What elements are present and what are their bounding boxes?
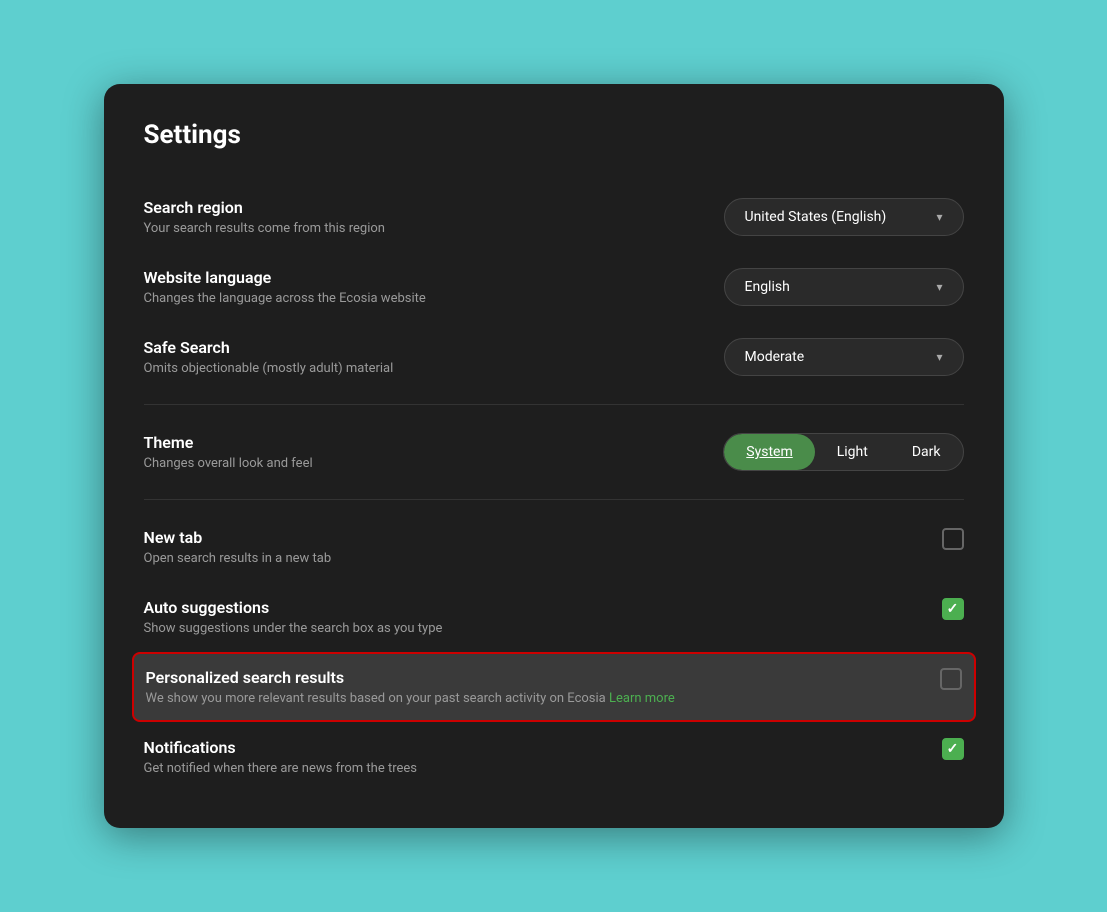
personalized-search-description: We show you more relevant results based … [146,691,900,706]
notifications-description: Get notified when there are news from th… [144,761,902,776]
theme-toggle: System Light Dark [723,433,963,471]
notifications-info: Notifications Get notified when there ar… [144,738,902,776]
theme-info: Theme Changes overall look and feel [144,433,684,471]
search-region-row: Search region Your search results come f… [144,182,964,252]
new-tab-description: Open search results in a new tab [144,551,902,566]
safe-search-info: Safe Search Omits objectionable (mostly … [144,338,684,376]
divider-2 [144,499,964,500]
personalized-search-control [940,668,962,690]
website-language-value: English [745,279,790,295]
chevron-down-icon: ▾ [936,280,942,294]
chevron-down-icon: ▾ [936,210,942,224]
new-tab-checkbox[interactable] [942,528,964,550]
settings-title: Settings [144,120,964,150]
notifications-checkbox[interactable] [942,738,964,760]
search-region-description: Your search results come from this regio… [144,221,684,236]
new-tab-label: New tab [144,528,902,547]
personalized-search-row: Personalized search results We show you … [132,652,976,722]
auto-suggestions-description: Show suggestions under the search box as… [144,621,902,636]
theme-row: Theme Changes overall look and feel Syst… [144,417,964,487]
notifications-control [942,738,964,760]
personalized-search-checkbox[interactable] [940,668,962,690]
search-region-dropdown[interactable]: United States (English) ▾ [724,198,964,236]
theme-control: System Light Dark [723,433,963,471]
personalized-search-info: Personalized search results We show you … [146,668,900,706]
notifications-label: Notifications [144,738,902,757]
search-region-value: United States (English) [745,209,887,225]
auto-suggestions-checkbox[interactable] [942,598,964,620]
search-region-info: Search region Your search results come f… [144,198,684,236]
website-language-control: English ▾ [724,268,964,306]
auto-suggestions-row: Auto suggestions Show suggestions under … [144,582,964,652]
safe-search-value: Moderate [745,349,805,365]
safe-search-label: Safe Search [144,338,684,357]
theme-dark-button[interactable]: Dark [890,434,963,470]
new-tab-row: New tab Open search results in a new tab [144,512,964,582]
auto-suggestions-info: Auto suggestions Show suggestions under … [144,598,902,636]
website-language-description: Changes the language across the Ecosia w… [144,291,684,306]
personalized-search-desc-text: We show you more relevant results based … [146,691,606,706]
settings-panel: Settings Search region Your search resul… [104,84,1004,828]
auto-suggestions-control [942,598,964,620]
chevron-down-icon: ▾ [936,350,942,364]
theme-light-button[interactable]: Light [815,434,890,470]
notifications-row: Notifications Get notified when there ar… [144,722,964,792]
auto-suggestions-label: Auto suggestions [144,598,902,617]
safe-search-control: Moderate ▾ [724,338,964,376]
website-language-row: Website language Changes the language ac… [144,252,964,322]
divider-1 [144,404,964,405]
website-language-info: Website language Changes the language ac… [144,268,684,306]
theme-label: Theme [144,433,684,452]
search-region-control: United States (English) ▾ [724,198,964,236]
new-tab-control [942,528,964,550]
learn-more-link[interactable]: Learn more [609,691,675,706]
safe-search-row: Safe Search Omits objectionable (mostly … [144,322,964,392]
safe-search-description: Omits objectionable (mostly adult) mater… [144,361,684,376]
search-region-label: Search region [144,198,684,217]
website-language-dropdown[interactable]: English ▾ [724,268,964,306]
new-tab-info: New tab Open search results in a new tab [144,528,902,566]
theme-system-button[interactable]: System [724,434,814,470]
personalized-search-label: Personalized search results [146,668,900,687]
theme-description: Changes overall look and feel [144,456,684,471]
safe-search-dropdown[interactable]: Moderate ▾ [724,338,964,376]
website-language-label: Website language [144,268,684,287]
